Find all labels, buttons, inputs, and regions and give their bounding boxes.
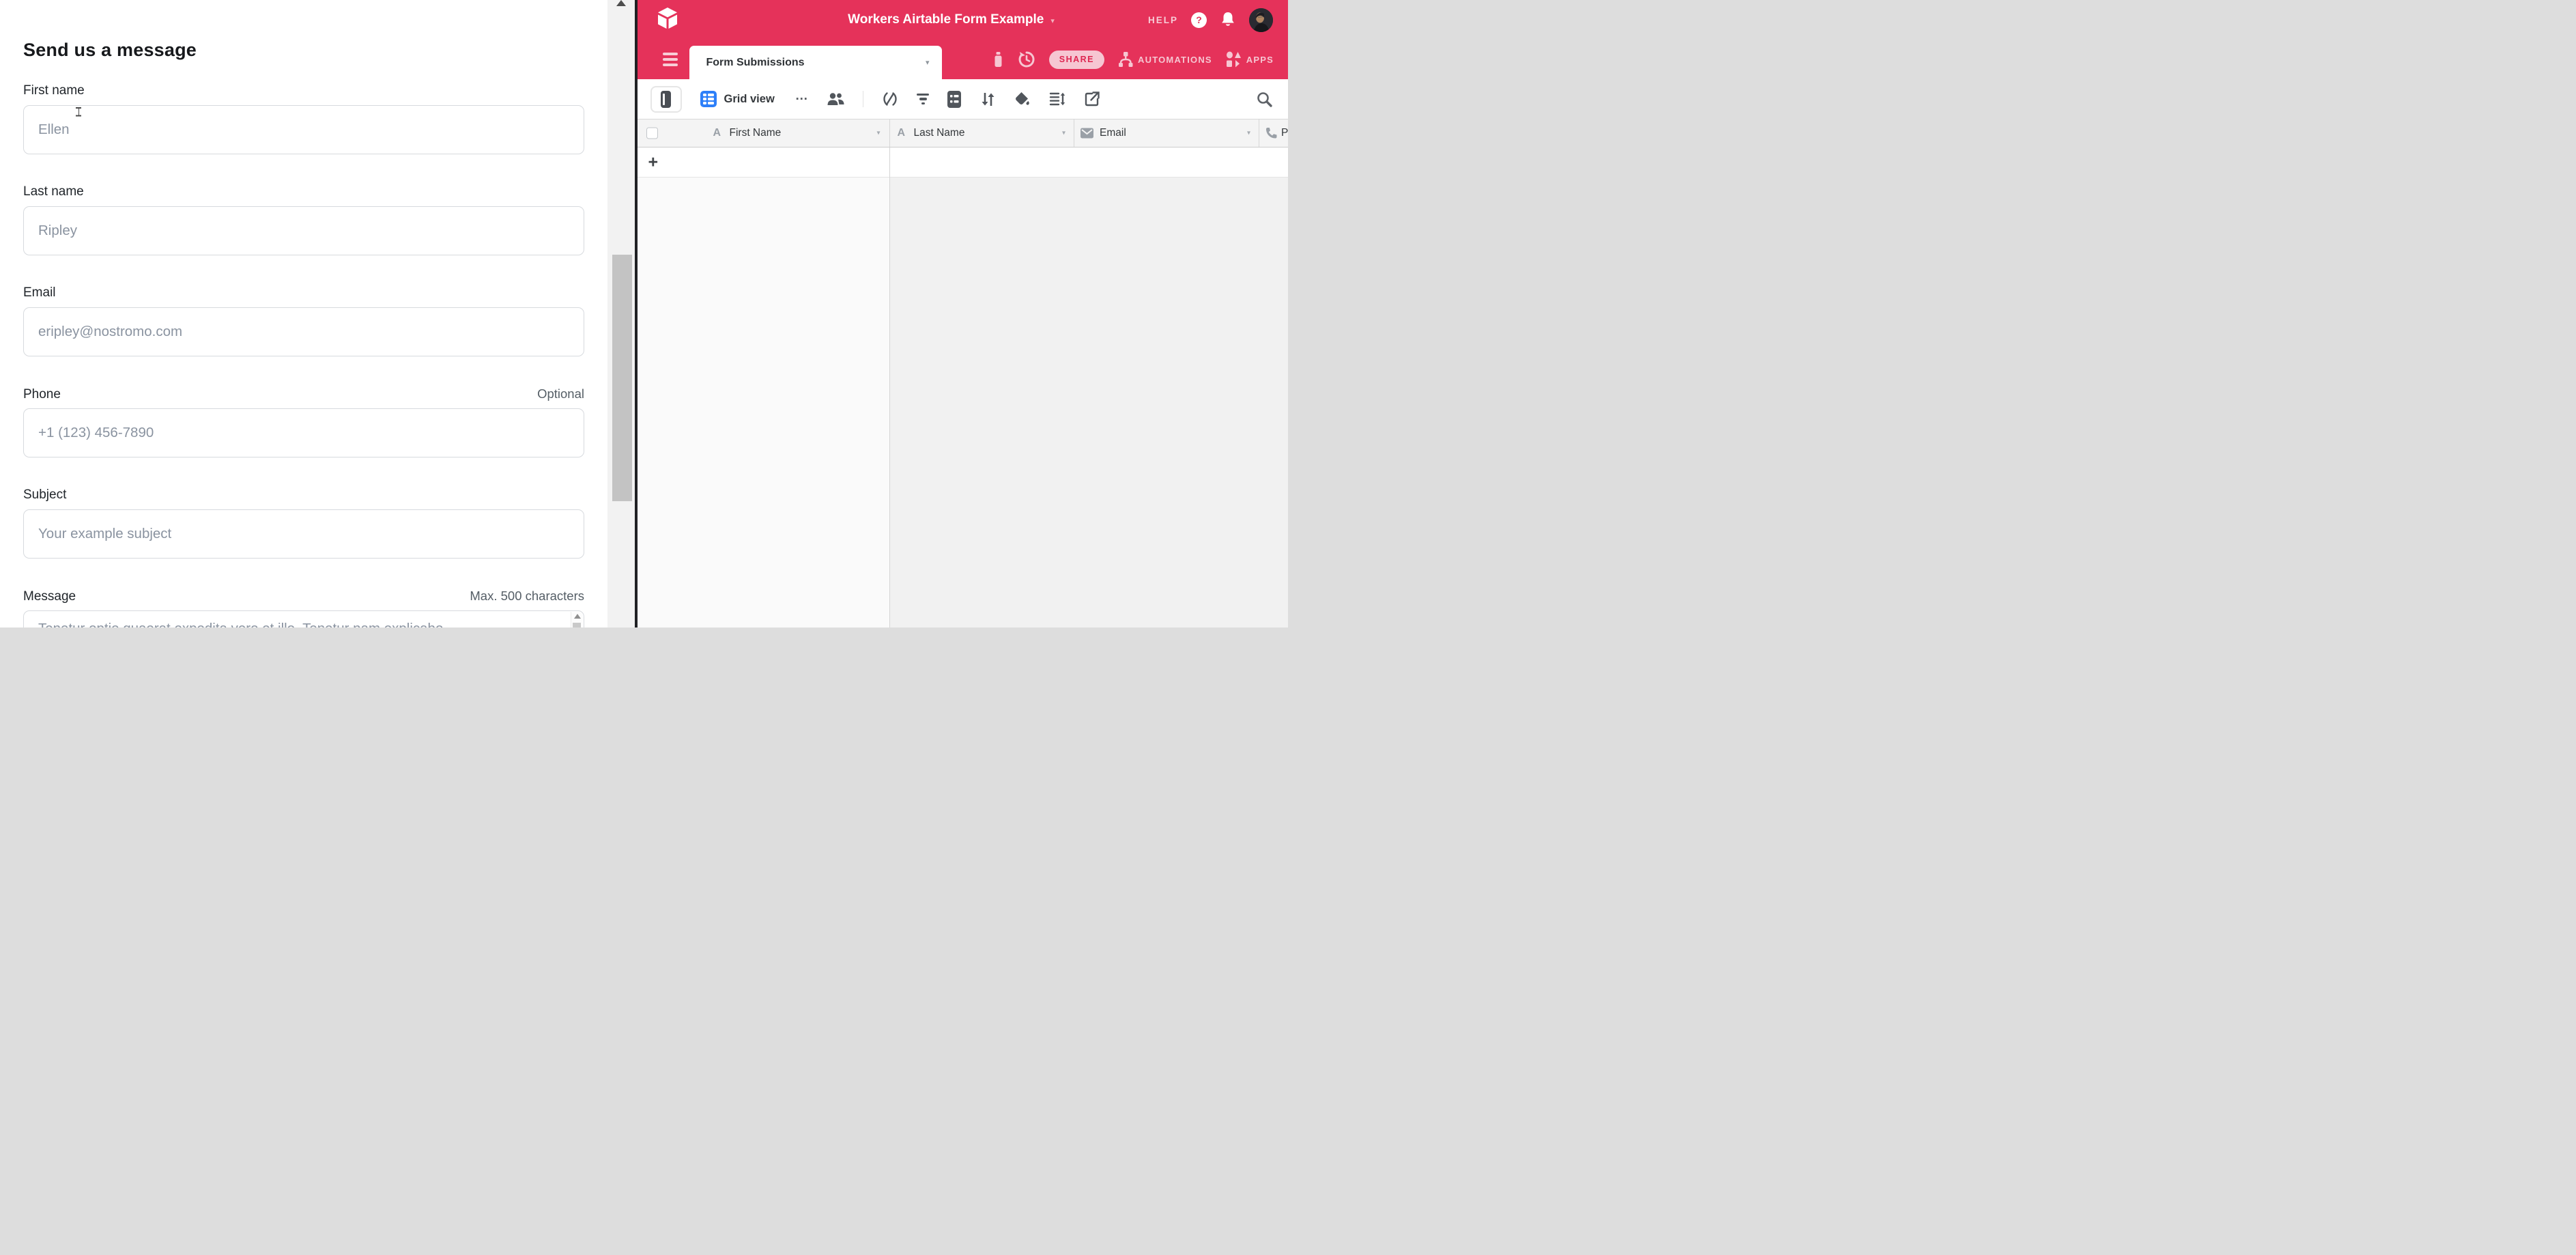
filter-button[interactable] <box>917 91 929 107</box>
apps-button[interactable]: APPS <box>1226 51 1274 68</box>
search-icon[interactable] <box>1256 91 1273 108</box>
grid-canvas-frozen-column <box>638 178 889 628</box>
hide-fields-button[interactable] <box>881 91 899 107</box>
table-tab-form-submissions[interactable]: Form Submissions ▾ <box>689 46 942 79</box>
email-input[interactable] <box>23 307 584 356</box>
help-button[interactable]: HELP <box>1148 15 1178 25</box>
chevron-down-icon[interactable]: ▾ <box>1062 130 1065 137</box>
field-subject: Subject <box>23 488 584 559</box>
grid-canvas <box>889 178 1289 628</box>
chevron-down-icon[interactable]: ▾ <box>1247 130 1250 137</box>
row-height-button[interactable] <box>1049 91 1066 107</box>
scrollbar-thumb[interactable] <box>612 255 632 501</box>
field-first-name: First name <box>23 83 584 154</box>
airtable-pane: Workers Airtable Form Example ▾ HELP ? <box>638 0 1289 628</box>
subject-label: Subject <box>23 488 66 503</box>
airtable-navrow: Form Submissions ▾ SHARE <box>638 40 1289 79</box>
phone-icon <box>1265 127 1278 140</box>
table-tab-label: Form Submissions <box>706 57 805 69</box>
contact-form-pane: Send us a message First name Last name E… <box>0 0 607 628</box>
last-name-input[interactable] <box>23 206 584 255</box>
history-icon[interactable] <box>1018 51 1035 68</box>
field-last-name: Last name <box>23 184 584 255</box>
column-header-phone[interactable]: Phone <box>1259 119 1288 147</box>
base-title: Workers Airtable Form Example <box>848 12 1044 27</box>
page-scrollbar[interactable] <box>607 0 635 628</box>
add-row-plus-icon[interactable]: + <box>648 154 659 171</box>
frozen-column-divider <box>889 147 891 628</box>
first-name-label: First name <box>23 83 85 98</box>
message-textarea-scrollbar[interactable] <box>571 612 583 628</box>
color-button[interactable] <box>1014 91 1031 108</box>
view-name-button[interactable]: Grid view <box>724 93 775 106</box>
column-header-first-name[interactable]: A First Name ▾ <box>638 119 889 147</box>
message-max-note: Max. 500 characters <box>470 589 584 604</box>
column-header-last-name[interactable]: A Last Name ▾ <box>889 119 1075 147</box>
phone-label: Phone <box>23 387 61 402</box>
scroll-up-arrow-icon[interactable] <box>574 614 581 619</box>
automations-button[interactable]: AUTOMATIONS <box>1118 51 1212 68</box>
single-line-text-icon: A <box>713 127 721 139</box>
toolbar-divider <box>863 91 864 107</box>
add-row[interactable]: + <box>638 147 1289 178</box>
user-avatar[interactable] <box>1249 8 1273 32</box>
first-name-input[interactable] <box>23 105 584 154</box>
chevron-down-icon: ▾ <box>926 58 930 67</box>
field-phone: Phone Optional <box>23 386 584 457</box>
chevron-down-icon: ▾ <box>1050 14 1055 25</box>
field-email: Email <box>23 285 584 356</box>
automations-label: AUTOMATIONS <box>1138 55 1212 65</box>
form-fields: First name Last name Email Phone O <box>23 83 584 628</box>
subject-input[interactable] <box>23 509 584 559</box>
sidebar-toggle-button[interactable] <box>650 86 682 113</box>
grid-view-icon <box>700 91 717 107</box>
notifications-bell-icon[interactable] <box>1220 11 1236 29</box>
email-label: Email <box>23 285 56 300</box>
view-toolbar: Grid view … <box>638 79 1289 119</box>
collaborators-icon[interactable] <box>827 91 845 107</box>
automations-flow-icon <box>1118 51 1133 68</box>
chevron-down-icon[interactable]: ▾ <box>876 130 880 137</box>
email-envelope-icon <box>1081 128 1093 139</box>
form-heading: Send us a message <box>23 40 197 61</box>
last-name-label: Last name <box>23 184 84 199</box>
apps-label: APPS <box>1246 55 1274 65</box>
share-view-button[interactable] <box>1084 91 1100 107</box>
base-title-button[interactable]: Workers Airtable Form Example ▾ <box>848 0 1055 40</box>
grid-column-headers: A First Name ▾ A Last Name ▾ Email ▾ <box>638 119 1289 147</box>
scrollbar-thumb[interactable] <box>573 623 581 628</box>
message-textarea[interactable] <box>23 610 584 628</box>
sort-button[interactable] <box>979 91 996 108</box>
screen: Send us a message First name Last name E… <box>0 0 1288 628</box>
share-button[interactable]: SHARE <box>1049 51 1104 69</box>
text-cursor-ibeam <box>75 107 82 117</box>
panel-icon <box>661 91 671 108</box>
single-line-text-icon: A <box>898 127 906 139</box>
menu-hamburger-icon[interactable] <box>663 53 678 66</box>
airtable-logo-icon[interactable] <box>655 7 681 30</box>
help-question-icon[interactable]: ? <box>1191 12 1207 28</box>
phone-optional-note: Optional <box>537 386 584 401</box>
phone-input[interactable] <box>23 408 584 457</box>
airtable-topbar: Workers Airtable Form Example ▾ HELP ? <box>638 0 1289 40</box>
view-options-ellipsis-button[interactable]: … <box>795 89 809 109</box>
trash-icon[interactable] <box>992 51 1004 68</box>
apps-shapes-icon <box>1226 51 1242 68</box>
column-header-email[interactable]: Email ▾ <box>1074 119 1259 147</box>
field-message: Message Max. 500 characters <box>23 589 584 628</box>
group-button[interactable] <box>947 90 962 109</box>
scroll-up-arrow-icon[interactable] <box>616 0 626 6</box>
select-all-checkbox[interactable] <box>646 128 658 139</box>
message-label: Message <box>23 589 76 604</box>
